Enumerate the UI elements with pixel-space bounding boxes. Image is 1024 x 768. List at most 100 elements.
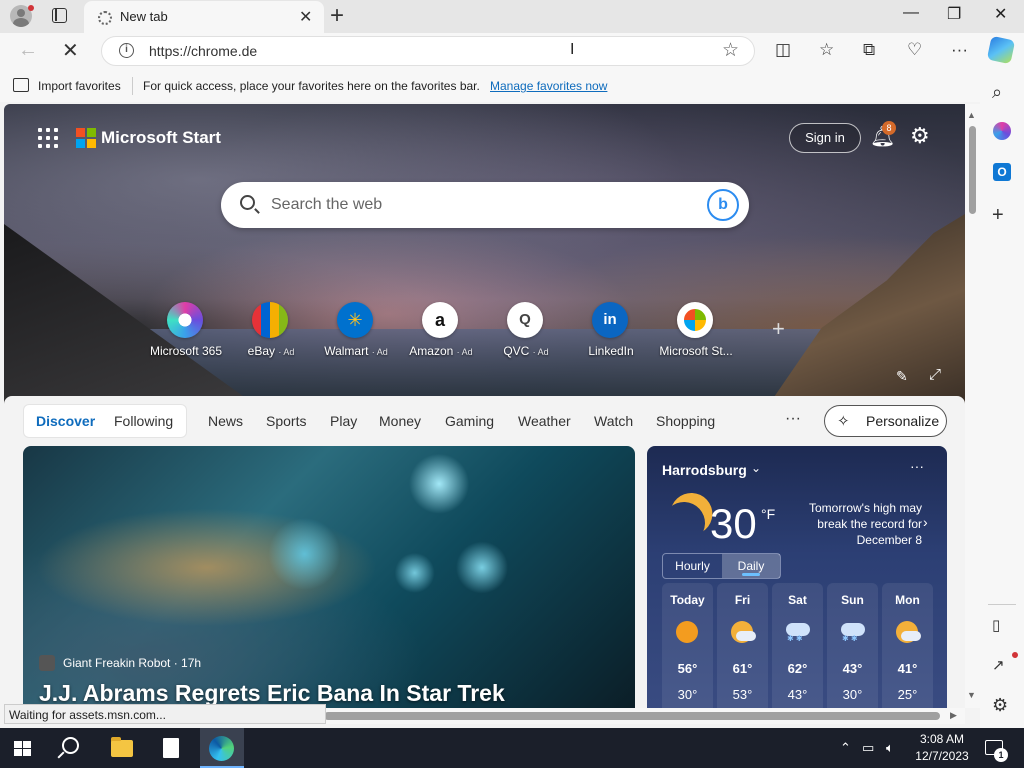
clock-date[interactable]: 12/7/2023 [912,749,972,763]
bing-chat-button[interactable]: b [707,189,739,221]
nav-money[interactable]: Money [379,413,421,429]
weather-location[interactable]: Harrodsburg [662,462,747,478]
address-bar[interactable]: i https://chrome.de I ☆ [101,36,755,66]
sign-in-button[interactable]: Sign in [789,123,861,153]
expand-icon[interactable]: ⤢ [929,366,941,383]
weather-more-icon[interactable]: ··· [910,458,924,474]
apps-launcher-icon[interactable] [38,128,58,148]
article-title[interactable]: J.J. Abrams Regrets Eric Bana In Star Tr… [39,680,505,707]
tab-following[interactable]: Following [114,413,173,429]
source-logo-icon [39,655,55,671]
file-explorer-icon[interactable] [111,737,133,757]
m365-icon[interactable] [993,122,1011,140]
forecast-day[interactable]: Sat 62° 43° [772,583,823,708]
add-quick-link-icon[interactable]: + [772,316,785,342]
nav-watch[interactable]: Watch [594,413,633,429]
weather-alert-note[interactable]: Tomorrow's high may break the record for… [797,500,922,548]
outlook-icon[interactable]: O [993,163,1011,181]
external-link-icon[interactable]: ↗ [992,656,1005,674]
import-favorites-icon[interactable] [13,78,29,92]
scroll-up-icon[interactable]: ▲ [967,110,976,120]
split-screen-icon[interactable]: ◫ [775,40,791,60]
nav-shopping[interactable]: Shopping [656,413,715,429]
temperature-unit: °F [761,506,776,522]
forecast-day[interactable]: Today 56° 30° [662,583,713,708]
snow-icon [786,621,810,643]
nav-sports[interactable]: Sports [266,413,306,429]
more-nav-button[interactable]: ··· [785,410,801,428]
scrollbar-thumb[interactable] [324,712,940,720]
quick-link-ebay[interactable]: eBay · Ad [229,302,313,362]
edge-icon[interactable] [209,736,234,761]
search-input[interactable] [271,194,691,216]
quick-link-qvc[interactable]: Q QVC · Ad [484,302,568,362]
snow-icon [841,621,865,643]
volume-icon[interactable]: 🔈︎ [886,740,894,756]
brand-title[interactable]: Microsoft Start [101,128,221,148]
article-card[interactable]: Giant Freakin Robot · 17h J.J. Abrams Re… [23,446,635,708]
search-icon[interactable]: ⌕ [992,82,1002,103]
quick-link-amazon[interactable]: a Amazon · Ad [399,302,483,362]
taskbar-search-icon[interactable] [62,737,79,754]
ad-label: · Ad [371,347,388,357]
nav-weather[interactable]: Weather [518,413,571,429]
edge-sidebar: ⌕ O + ▯ ↗ ⚙ [980,70,1024,728]
alert-dot [1012,652,1018,658]
nav-gaming[interactable]: Gaming [445,413,494,429]
tab-actions-icon[interactable] [52,8,67,23]
scroll-down-icon[interactable]: ▼ [967,690,976,700]
stop-loading-button[interactable]: ✕ [62,38,79,63]
network-icon[interactable]: ▭ [862,740,874,756]
edit-background-icon[interactable]: ✎ [896,368,908,385]
tray-chevron-icon[interactable]: ⌃ [840,740,851,756]
ad-label: · Ad [532,347,549,357]
back-button[interactable]: ← [18,39,38,62]
quick-link-walmart[interactable]: ✳ Walmart · Ad [314,302,398,362]
quick-link-microsoft-365[interactable]: Microsoft 365 [144,302,228,362]
divider [132,77,133,95]
forecast-day[interactable]: Fri 61° 53° [717,583,768,708]
personalize-button[interactable]: ✧ Personalize [824,405,947,437]
forecast-day[interactable]: Mon 41° 25° [882,583,933,708]
close-window-button[interactable]: ✕ [994,4,1007,24]
manage-favorites-link[interactable]: Manage favorites now [490,79,607,93]
day-name: Sun [841,593,864,607]
settings-more-icon[interactable]: ··· [951,40,968,60]
nav-news[interactable]: News [208,413,243,429]
nav-play[interactable]: Play [330,413,357,429]
notepad-icon[interactable] [163,738,179,758]
hourly-tab[interactable]: Hourly [663,554,722,578]
scroll-right-icon[interactable]: ▶ [950,710,957,721]
browser-essentials-icon[interactable]: ♡ [907,40,922,60]
tab-close-icon[interactable]: ✕ [299,7,312,27]
address-url[interactable]: https://chrome.de [149,43,257,59]
restore-button[interactable]: ❐ [947,4,961,24]
weather-card: Harrodsburg ⌄ ··· 30 °F Tomorrow's high … [647,446,947,708]
favorites-icon[interactable]: ☆ [819,40,834,60]
hide-sidebar-icon[interactable]: ▯ [992,616,1000,634]
quick-link-microsoft-store[interactable]: Microsoft St... [654,302,738,362]
tab-discover[interactable]: Discover [36,413,95,429]
add-favorite-icon[interactable]: ☆ [722,39,739,62]
site-info-icon[interactable]: i [119,43,134,58]
browser-tab[interactable]: New tab ✕ [84,1,324,33]
page-settings-icon[interactable]: ⚙ [910,123,930,149]
forecast-day[interactable]: Sun 43° 30° [827,583,878,708]
import-favorites-button[interactable]: Import favorites [38,79,121,93]
minimize-button[interactable]: — [903,4,919,22]
copilot-icon[interactable] [986,35,1016,65]
scrollbar-thumb[interactable] [969,126,976,214]
clock-time[interactable]: 3:08 AM [916,732,968,746]
quick-link-linkedin[interactable]: in LinkedIn [569,302,653,362]
search-icon [240,195,255,210]
collections-icon[interactable]: ⧉ [863,40,875,60]
chevron-right-icon[interactable]: › [923,514,928,530]
daily-tab[interactable]: Daily [722,554,780,578]
new-tab-button[interactable]: + [330,2,344,30]
add-sidebar-app-icon[interactable]: + [992,204,1004,227]
chevron-down-icon[interactable]: ⌄ [751,461,761,475]
vertical-scrollbar[interactable]: ▲ ▼ [965,104,980,708]
sidebar-settings-icon[interactable]: ⚙ [992,695,1008,716]
windows-start-icon[interactable] [14,741,32,757]
microsoft-logo-icon[interactable] [76,128,96,148]
